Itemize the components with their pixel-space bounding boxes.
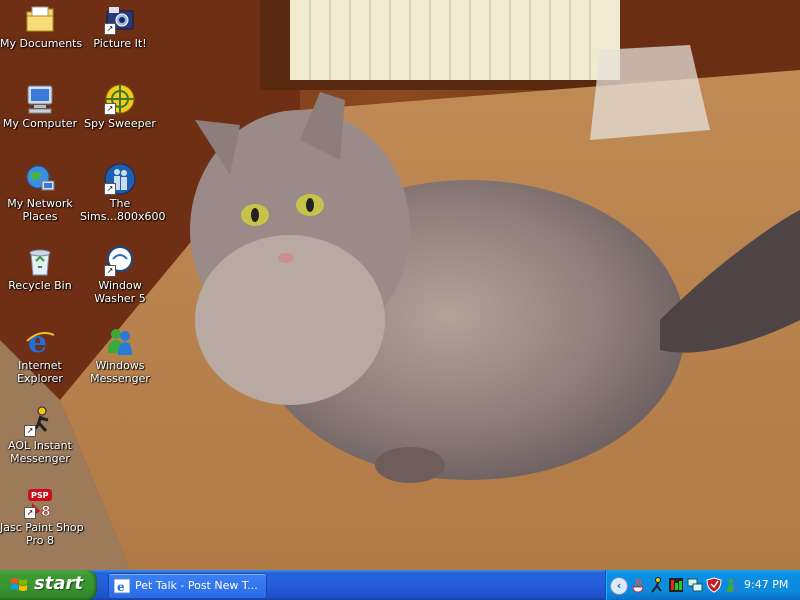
start-button[interactable]: start bbox=[0, 570, 97, 600]
security-shield-icon[interactable] bbox=[706, 577, 722, 593]
svg-text:e: e bbox=[28, 325, 47, 357]
svg-text:e: e bbox=[117, 580, 125, 594]
camera-icon: ↗ bbox=[104, 3, 136, 35]
icon-label: Picture It! bbox=[93, 37, 147, 50]
network-places-icon bbox=[24, 163, 56, 195]
icon-label: Jasc Paint Shop bbox=[0, 521, 84, 534]
aim-icon: ↗ bbox=[24, 405, 56, 437]
messenger-icon[interactable] bbox=[725, 577, 741, 593]
icon-label: AOL Instant bbox=[8, 439, 72, 452]
icon-label: My Network bbox=[7, 197, 73, 210]
start-label: start bbox=[34, 573, 83, 594]
icon-label: Window bbox=[98, 279, 142, 292]
window-washer-icon: ↗ bbox=[104, 245, 136, 277]
show-hidden-icons-button[interactable]: ‹ bbox=[610, 577, 628, 595]
svg-text:8: 8 bbox=[41, 504, 51, 519]
icon-label: Windows bbox=[95, 359, 145, 372]
system-tray: ‹ 9:47 PM bbox=[605, 570, 800, 600]
windows-messenger-icon bbox=[104, 325, 136, 357]
desktop-icon-my-network-places[interactable]: My Network Places bbox=[0, 163, 80, 223]
icon-label: Recycle Bin bbox=[8, 279, 72, 292]
icon-label-line2: Messenger bbox=[10, 452, 70, 465]
internet-explorer-icon: e bbox=[113, 578, 131, 594]
svg-text:PSP: PSP bbox=[31, 491, 49, 500]
computer-icon bbox=[24, 83, 56, 115]
desktop-icon-window-washer[interactable]: ↗ Window Washer 5 bbox=[80, 245, 160, 305]
desktop-icon-recycle-bin[interactable]: Recycle Bin bbox=[0, 245, 80, 292]
desktop-icon-jasc-paint-shop-pro[interactable]: PSP 8 ↗ Jasc Paint Shop Pro 8 bbox=[0, 487, 84, 547]
recycle-bin-icon bbox=[24, 245, 56, 277]
icon-label-line2: Explorer bbox=[17, 372, 63, 385]
icon-label-line2: Pro 8 bbox=[26, 534, 54, 547]
icon-label-line2: Sims...800x600 bbox=[80, 210, 166, 223]
paint-shop-pro-icon: PSP 8 ↗ bbox=[24, 487, 56, 520]
folder-documents-icon bbox=[24, 3, 56, 35]
java-icon[interactable] bbox=[630, 577, 646, 593]
meter-icon[interactable] bbox=[668, 577, 684, 593]
taskbar-button-label: Pet Talk - Post New T... bbox=[135, 579, 258, 592]
icon-label-line2: Washer 5 bbox=[94, 292, 146, 305]
desktop-icon-the-sims[interactable]: ↗ The Sims...800x600 bbox=[80, 163, 166, 223]
desktop-icon-aol-instant-messenger[interactable]: ↗ AOL Instant Messenger bbox=[0, 405, 80, 465]
desktop-icon-my-computer[interactable]: My Computer bbox=[0, 83, 80, 130]
sims-icon: ↗ bbox=[104, 163, 136, 195]
clock[interactable]: 9:47 PM bbox=[744, 578, 788, 591]
spy-sweeper-icon: ↗ bbox=[104, 83, 136, 115]
icon-label: The bbox=[109, 197, 131, 210]
desktop-icon-internet-explorer[interactable]: e Internet Explorer bbox=[0, 325, 80, 385]
taskbar-button-pet-talk[interactable]: e Pet Talk - Post New T... bbox=[108, 573, 267, 599]
icon-label: Spy Sweeper bbox=[84, 117, 156, 130]
internet-explorer-icon: e bbox=[24, 325, 56, 360]
icon-label: My Documents bbox=[0, 37, 83, 50]
desktop-icon-spy-sweeper[interactable]: ↗ Spy Sweeper bbox=[80, 83, 160, 130]
icon-label: My Computer bbox=[2, 117, 78, 130]
icon-label-line2: Messenger bbox=[90, 372, 150, 385]
icon-label-line2: Places bbox=[22, 210, 58, 223]
taskbar: start e Pet Talk - Post New T... ‹ 9:47 … bbox=[0, 570, 800, 600]
desktop-icon-my-documents[interactable]: My Documents bbox=[0, 3, 83, 50]
desktop-icon-picture-it[interactable]: ↗ Picture It! bbox=[80, 3, 160, 50]
icon-label: Internet bbox=[18, 359, 62, 372]
windows-logo-icon bbox=[10, 576, 28, 594]
network-icon[interactable] bbox=[687, 577, 703, 593]
aim-icon[interactable] bbox=[649, 577, 665, 593]
desktop-icon-windows-messenger[interactable]: Windows Messenger bbox=[80, 325, 160, 385]
